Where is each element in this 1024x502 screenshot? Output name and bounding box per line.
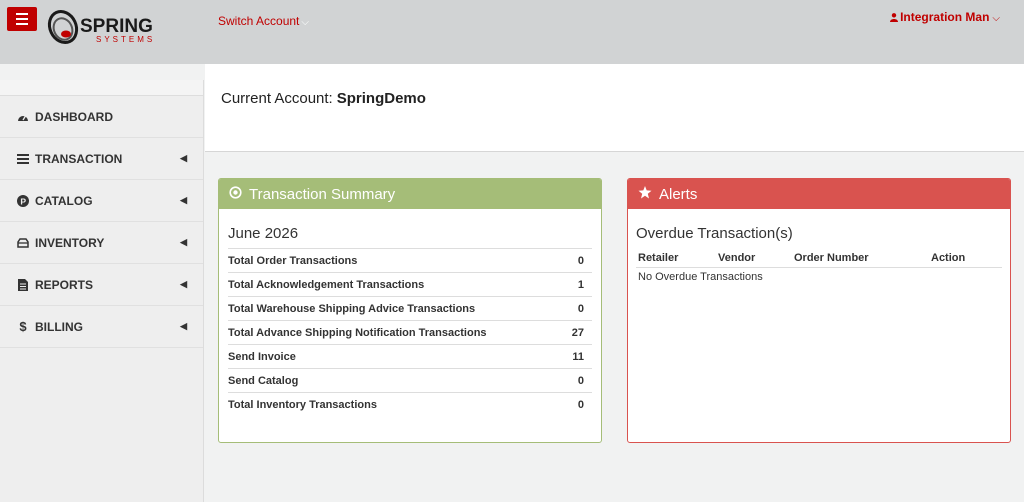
dollar-icon: $ bbox=[19, 319, 27, 334]
row-value: 0 bbox=[565, 248, 592, 273]
row-value: 1 bbox=[565, 272, 592, 297]
caret-left-icon: ◀ bbox=[180, 321, 187, 331]
user-menu-dropdown[interactable]: Integration Man ⌵ bbox=[890, 10, 1000, 24]
catalog-icon: P bbox=[16, 194, 30, 207]
row-value: 27 bbox=[565, 320, 592, 345]
sidebar-item-reports[interactable]: REPORTS ◀ bbox=[0, 264, 203, 306]
transaction-summary-panel: Transaction Summary June 2026 Total Orde… bbox=[218, 178, 602, 443]
current-account-label: Current Account: bbox=[221, 90, 333, 107]
row-label: Total Acknowledgement Transactions bbox=[228, 272, 566, 297]
row-label: Send Catalog bbox=[228, 368, 566, 393]
table-row: Total Order Transactions 0 bbox=[228, 248, 592, 273]
switch-account-dropdown[interactable]: Switch Account ⌵ bbox=[218, 14, 309, 28]
row-value: 0 bbox=[565, 296, 592, 321]
column-header-order-number: Order Number bbox=[792, 249, 929, 268]
logo-subtext: SYSTEMS bbox=[96, 35, 155, 44]
row-value: 0 bbox=[565, 368, 592, 393]
caret-left-icon: ◀ bbox=[180, 279, 187, 289]
user-icon bbox=[890, 13, 899, 22]
caret-left-icon: ◀ bbox=[180, 153, 187, 163]
summary-table: Total Order Transactions 0 Total Acknowle… bbox=[228, 248, 592, 417]
svg-text:P: P bbox=[20, 196, 26, 206]
current-account: Current Account: SpringDemo bbox=[221, 90, 426, 107]
logo-text: SPRING bbox=[80, 16, 153, 37]
alerts-header: Alerts bbox=[628, 179, 1010, 209]
row-label: Send Invoice bbox=[228, 344, 566, 369]
caret-left-icon: ◀ bbox=[180, 237, 187, 247]
row-label: Total Warehouse Shipping Advice Transact… bbox=[228, 296, 566, 321]
star-icon bbox=[638, 185, 652, 203]
reports-icon bbox=[16, 278, 30, 291]
sidebar-item-dashboard[interactable]: DASHBOARD bbox=[0, 96, 203, 138]
table-row: Send Invoice 11 bbox=[228, 344, 592, 369]
sidebar-item-catalog[interactable]: P CATALOG ◀ bbox=[0, 180, 203, 222]
chevron-down-icon: ⌵ bbox=[301, 17, 309, 28]
spring-systems-logo[interactable]: SPRING SYSTEMS bbox=[44, 5, 164, 51]
target-icon bbox=[229, 185, 242, 203]
switch-account-label: Switch Account bbox=[218, 14, 300, 28]
table-header-row: Retailer Vendor Order Number Action bbox=[636, 249, 1002, 268]
table-row: Send Catalog 0 bbox=[228, 368, 592, 393]
inventory-icon bbox=[16, 237, 30, 248]
alerts-panel: Alerts Overdue Transaction(s) Retailer V… bbox=[627, 178, 1011, 443]
column-header-retailer: Retailer bbox=[636, 249, 716, 268]
sidebar-item-label: REPORTS bbox=[35, 277, 94, 292]
sidebar-item-label: CATALOG bbox=[35, 193, 93, 208]
sidebar-item-inventory[interactable]: INVENTORY ◀ bbox=[0, 222, 203, 264]
row-value: 11 bbox=[565, 344, 592, 369]
overdue-title: Overdue Transaction(s) bbox=[636, 225, 793, 242]
empty-message: No Overdue Transactions bbox=[638, 271, 763, 284]
sidebar-item-label: INVENTORY bbox=[35, 235, 105, 250]
alerts-title: Alerts bbox=[659, 185, 698, 203]
top-bar: SPRING SYSTEMS Switch Account ⌵ Integrati… bbox=[0, 0, 1024, 64]
chevron-down-icon: ⌵ bbox=[992, 13, 1000, 24]
sidebar: DASHBOARD TRANSACTION ◀ P CATALOG ◀ INVE… bbox=[0, 80, 204, 502]
sidebar-item-billing[interactable]: $ BILLING ◀ bbox=[0, 306, 203, 348]
row-label: Total Order Transactions bbox=[228, 248, 566, 273]
transaction-summary-header: Transaction Summary bbox=[219, 179, 601, 209]
row-label: Total Advance Shipping Notification Tran… bbox=[228, 320, 566, 345]
table-row: No Overdue Transactions bbox=[636, 267, 1002, 287]
table-row: Total Warehouse Shipping Advice Transact… bbox=[228, 296, 592, 321]
table-row: Total Advance Shipping Notification Tran… bbox=[228, 320, 592, 345]
transaction-icon bbox=[16, 153, 30, 164]
column-header-action: Action bbox=[929, 249, 1002, 268]
summary-month: June 2026 bbox=[228, 225, 299, 242]
hamburger-menu-button[interactable] bbox=[7, 7, 37, 31]
user-name: Integration Man bbox=[900, 10, 990, 24]
row-label: Total Inventory Transactions bbox=[228, 392, 566, 417]
overdue-table: Retailer Vendor Order Number Action No O… bbox=[636, 249, 1002, 287]
caret-left-icon: ◀ bbox=[180, 195, 187, 205]
sidebar-item-transaction[interactable]: TRANSACTION ◀ bbox=[0, 138, 203, 180]
sidebar-item-label: BILLING bbox=[35, 319, 83, 334]
sidebar-item-label: TRANSACTION bbox=[35, 151, 123, 166]
row-value: 0 bbox=[565, 392, 592, 417]
transaction-summary-title: Transaction Summary bbox=[249, 185, 396, 203]
table-row: Total Acknowledgement Transactions 1 bbox=[228, 272, 592, 297]
table-row: Total Inventory Transactions 0 bbox=[228, 392, 592, 417]
current-account-value: SpringDemo bbox=[336, 90, 426, 107]
column-header-vendor: Vendor bbox=[716, 249, 792, 268]
dashboard-icon bbox=[16, 112, 30, 122]
current-account-bar: Current Account: SpringDemo bbox=[205, 64, 1024, 152]
sidebar-item-label: DASHBOARD bbox=[35, 109, 113, 124]
